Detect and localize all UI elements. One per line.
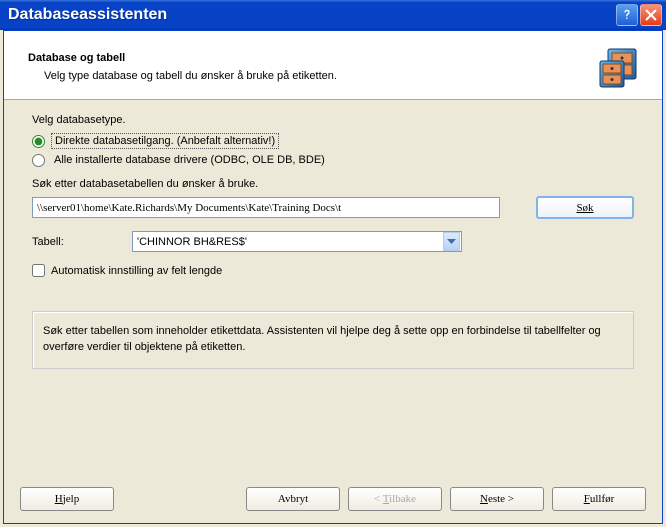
search-table-label: Søk etter databasetabellen du ønsker å b… xyxy=(32,178,634,190)
back-button: < Tilbake xyxy=(348,487,442,511)
help-icon xyxy=(620,8,634,22)
radio-direct-input[interactable] xyxy=(32,135,45,148)
header-text: Database og tabell Velg type database og… xyxy=(28,52,594,82)
help-button[interactable]: Hjelp xyxy=(20,487,114,511)
finish-button[interactable]: Fullfør xyxy=(552,487,646,511)
titlebar: Databaseassistenten xyxy=(0,0,666,30)
chevron-down-icon xyxy=(447,239,456,245)
cancel-button[interactable]: Avbryt xyxy=(246,487,340,511)
radio-drivers-label: Alle installerte database drivere (ODBC,… xyxy=(51,153,328,167)
page-title: Database og tabell xyxy=(28,52,594,64)
close-icon xyxy=(644,8,658,22)
search-button[interactable]: Søk xyxy=(536,196,634,219)
table-row: Tabell: 'CHINNOR BH&RES$' xyxy=(32,231,634,252)
info-box: Søk etter tabellen som inneholder etiket… xyxy=(32,311,634,369)
radio-installed-drivers[interactable]: Alle installerte database drivere (ODBC,… xyxy=(32,152,634,168)
radio-direct-label: Direkte databasetilgang. (Anbefalt alter… xyxy=(51,133,279,149)
auto-field-length-checkbox[interactable]: Automatisk innstilling av felt lengde xyxy=(32,264,634,277)
radio-drivers-input[interactable] xyxy=(32,154,45,167)
info-text: Søk etter tabellen som inneholder etiket… xyxy=(43,325,601,353)
dialog-content: Database og tabell Velg type database og… xyxy=(3,30,663,524)
radio-direct-access[interactable]: Direkte databasetilgang. (Anbefalt alter… xyxy=(32,132,634,150)
page-subtitle: Velg type database og tabell du ønsker å… xyxy=(44,70,594,82)
table-value: 'CHINNOR BH&RES$' xyxy=(133,234,442,250)
spacer xyxy=(114,487,238,511)
wizard-header: Database og tabell Velg type database og… xyxy=(4,31,662,100)
next-button[interactable]: Neste > xyxy=(450,487,544,511)
form-area: Velg databasetype. Direkte databasetilga… xyxy=(4,100,662,287)
auto-field-length-label: Automatisk innstilling av felt lengde xyxy=(51,265,222,277)
path-row: Søk xyxy=(32,196,634,219)
button-bar: Hjelp Avbryt < Tilbake Neste > Fullfør xyxy=(4,487,662,511)
titlebar-help-button[interactable] xyxy=(616,4,638,26)
database-path-input[interactable] xyxy=(32,197,500,218)
table-label: Tabell: xyxy=(32,236,132,248)
database-icon xyxy=(594,41,646,93)
auto-field-length-input[interactable] xyxy=(32,264,45,277)
database-type-label: Velg databasetype. xyxy=(32,114,634,126)
table-combobox[interactable]: 'CHINNOR BH&RES$' xyxy=(132,231,462,252)
titlebar-close-button[interactable] xyxy=(640,4,662,26)
window-title: Databaseassistenten xyxy=(8,6,614,24)
combobox-dropdown-button[interactable] xyxy=(443,232,460,251)
